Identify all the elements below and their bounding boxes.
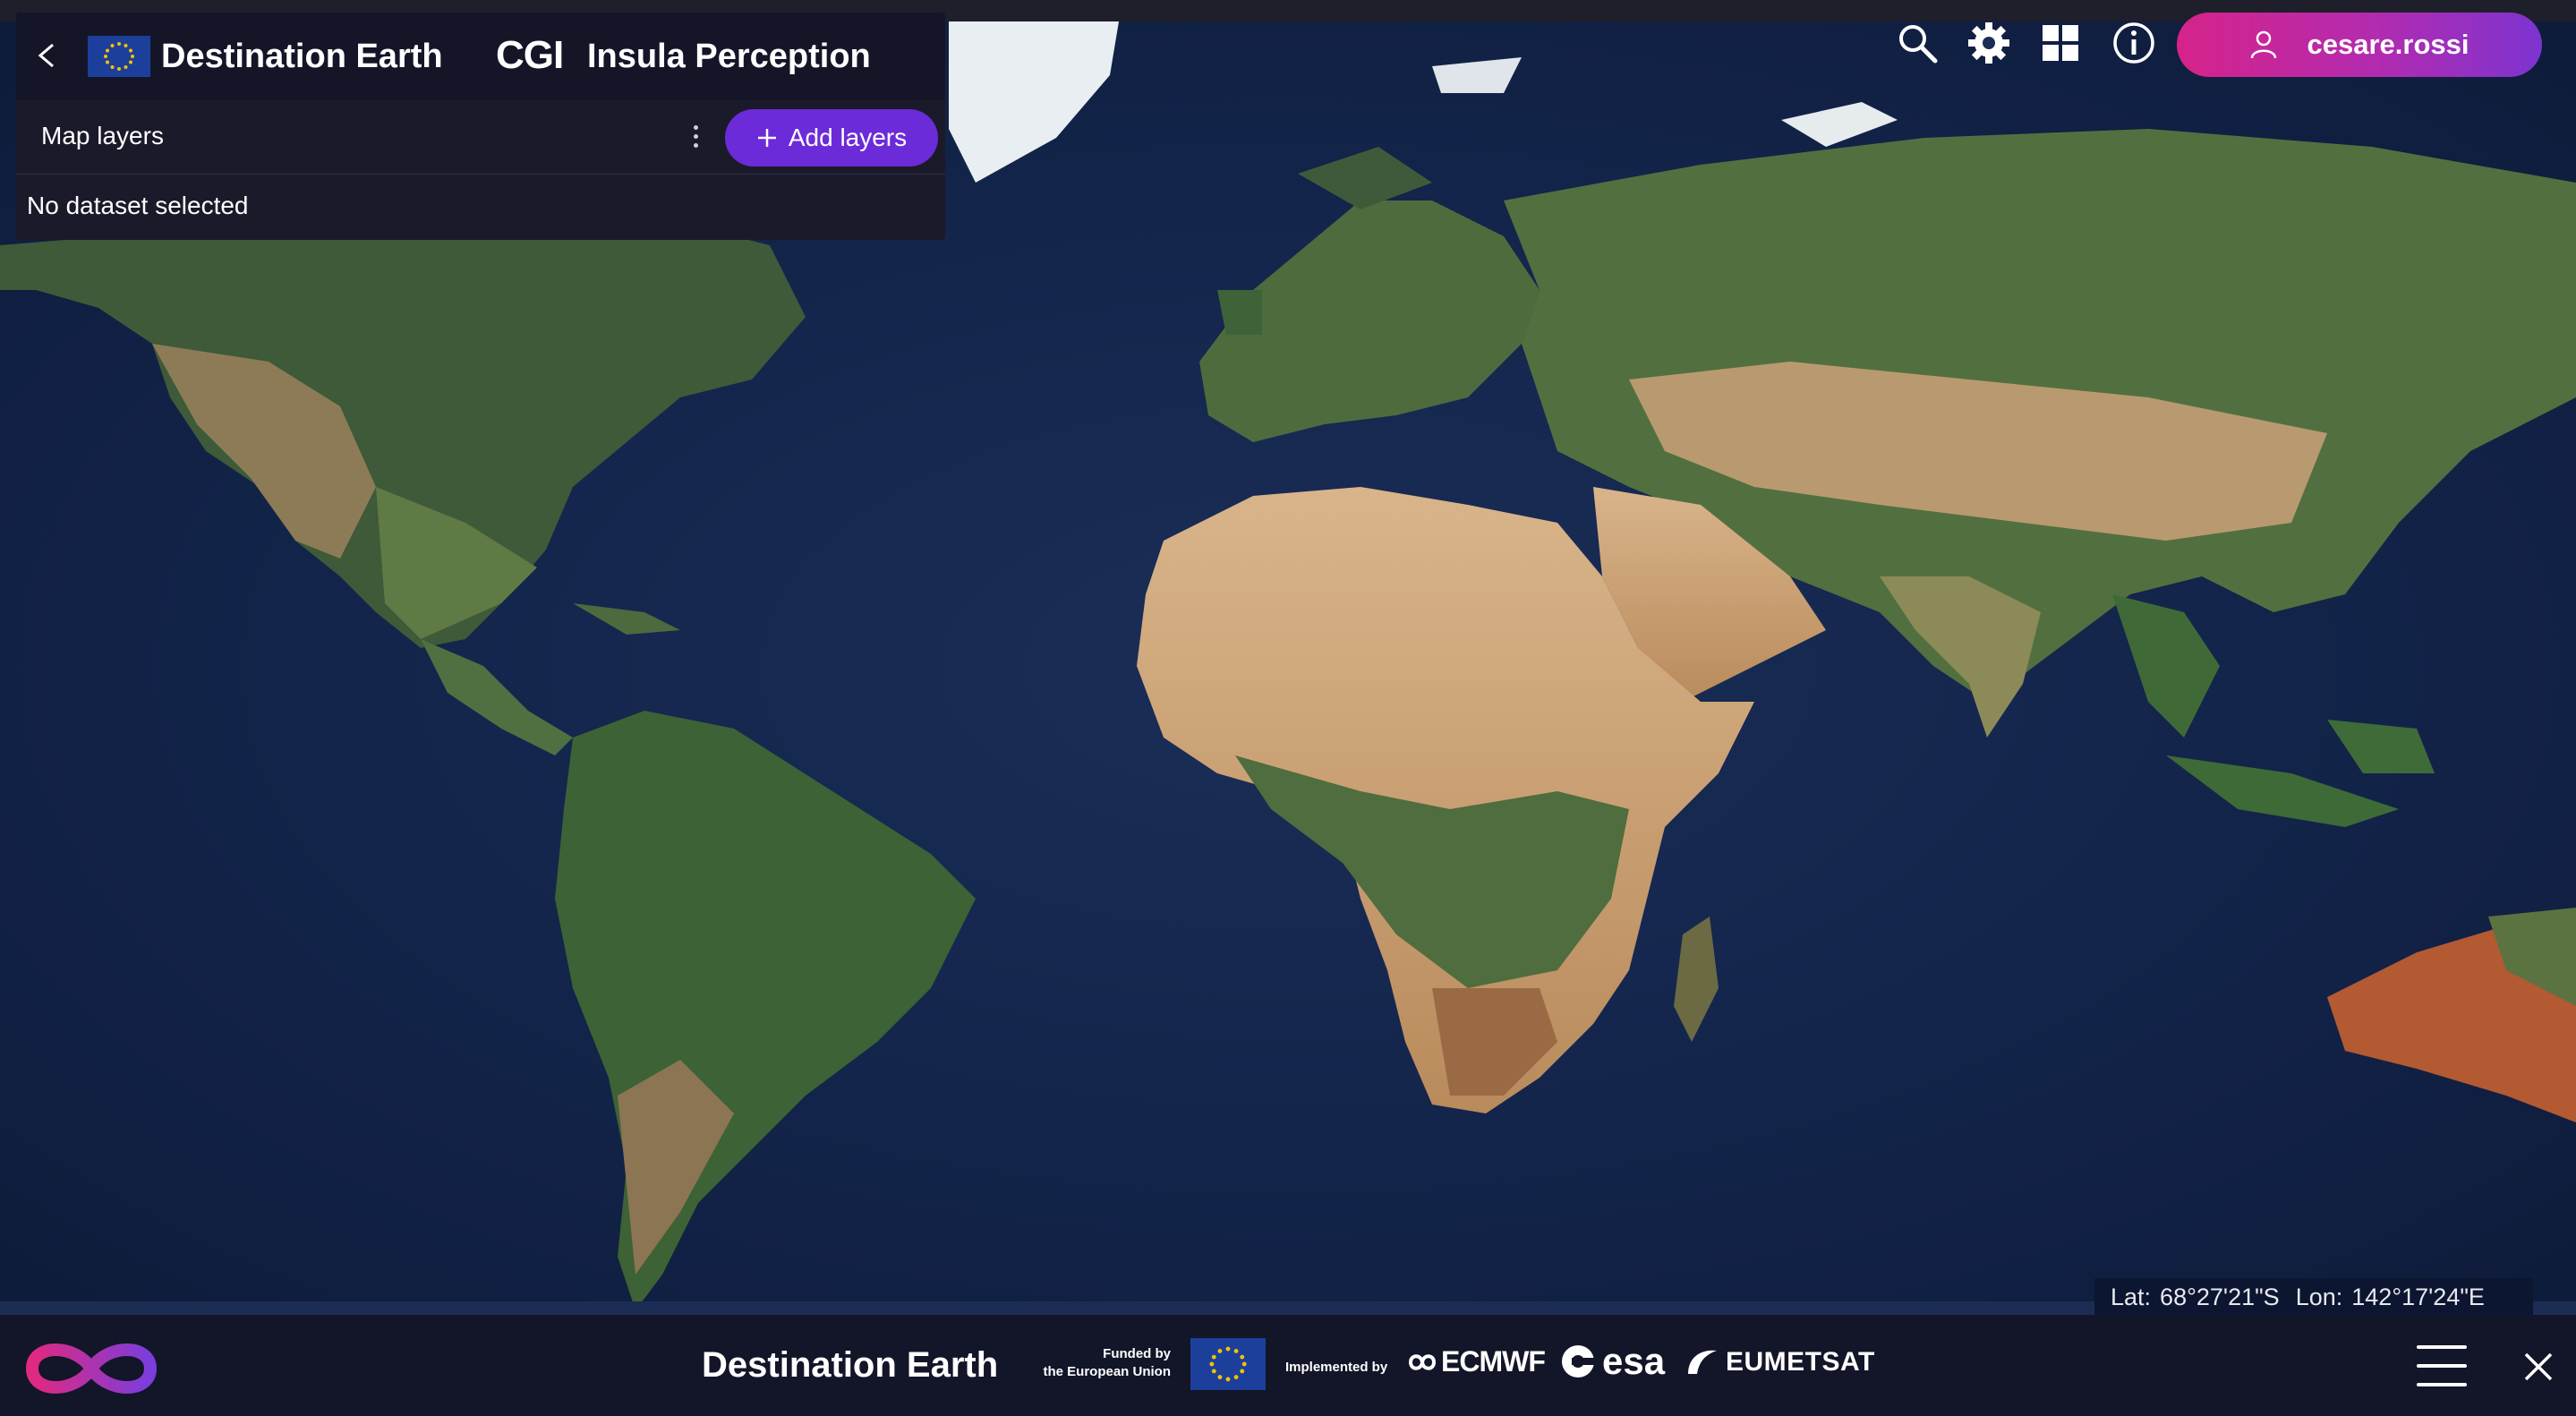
username: cesare.rossi [2307,29,2469,60]
footer-bar: Destination Earth Funded by the European… [0,1315,2576,1416]
ecmwf-mark-icon [1408,1353,1437,1370]
lat-value: 68°27'21"S [2160,1283,2280,1310]
user-icon [2250,30,2276,59]
more-options-icon[interactable] [682,120,709,152]
ecmwf-logo: ECMWF [1407,1345,1546,1378]
cgi-logo: CGI [496,33,564,77]
ecmwf-text: ECMWF [1441,1345,1546,1378]
funded-line-1: Funded by [1103,1346,1171,1361]
chevron-left-icon [38,43,54,68]
infinity-logo-icon[interactable] [21,1335,161,1403]
close-icon[interactable] [2522,1351,2555,1383]
gear-icon [1968,22,2009,64]
add-layers-label: Add layers [788,124,908,151]
add-layers-button[interactable]: Add layers [725,109,938,166]
plus-icon [757,129,776,147]
eu-flag-icon [1190,1338,1266,1390]
eumetsat-text: EUMETSAT [1726,1347,1875,1377]
grid-icon [2043,25,2078,61]
apps-button[interactable] [2035,18,2086,68]
search-icon [1899,25,1938,64]
info-button[interactable] [2109,18,2159,68]
lon-value: 142°17'24"E [2351,1283,2485,1310]
brand-title: Destination Earth [161,38,443,75]
footer-title: Destination Earth [702,1345,999,1385]
lat-label: Lat: [2111,1283,2152,1310]
panel-header: Destination Earth CGI Insula Perception [16,13,945,100]
back-button[interactable] [29,38,64,73]
lon-label: Lon: [2295,1283,2343,1310]
empty-state-text: No dataset selected [27,192,249,219]
eu-flag-icon [88,36,150,77]
map-layers-title: Map layers [41,122,164,149]
app-name: Insula Perception [587,38,871,75]
layers-panel: Destination Earth CGI Insula Perception … [16,13,945,240]
info-icon [2113,22,2154,64]
esa-logo: esa [1559,1340,1665,1383]
search-button[interactable] [1892,18,1942,68]
funded-line-2: the European Union [1043,1364,1172,1379]
user-account-button[interactable]: cesare.rossi [2177,13,2542,77]
esa-mark-icon [1562,1345,1597,1378]
cursor-coordinates: Lat: 68°27'21"S Lon: 142°17'24"E [2094,1278,2533,1316]
settings-button[interactable] [1964,18,2014,68]
menu-icon[interactable] [2417,1345,2467,1386]
map-layers-row: Map layers Add layers [16,100,945,175]
eumetsat-logo: EUMETSAT [1685,1347,1875,1378]
eumetsat-mark-icon [1688,1350,1717,1374]
esa-text: esa [1602,1340,1666,1382]
funded-by-text: Funded by the European Union [1040,1345,1172,1381]
implemented-by-text: Implemented by [1285,1360,1388,1375]
